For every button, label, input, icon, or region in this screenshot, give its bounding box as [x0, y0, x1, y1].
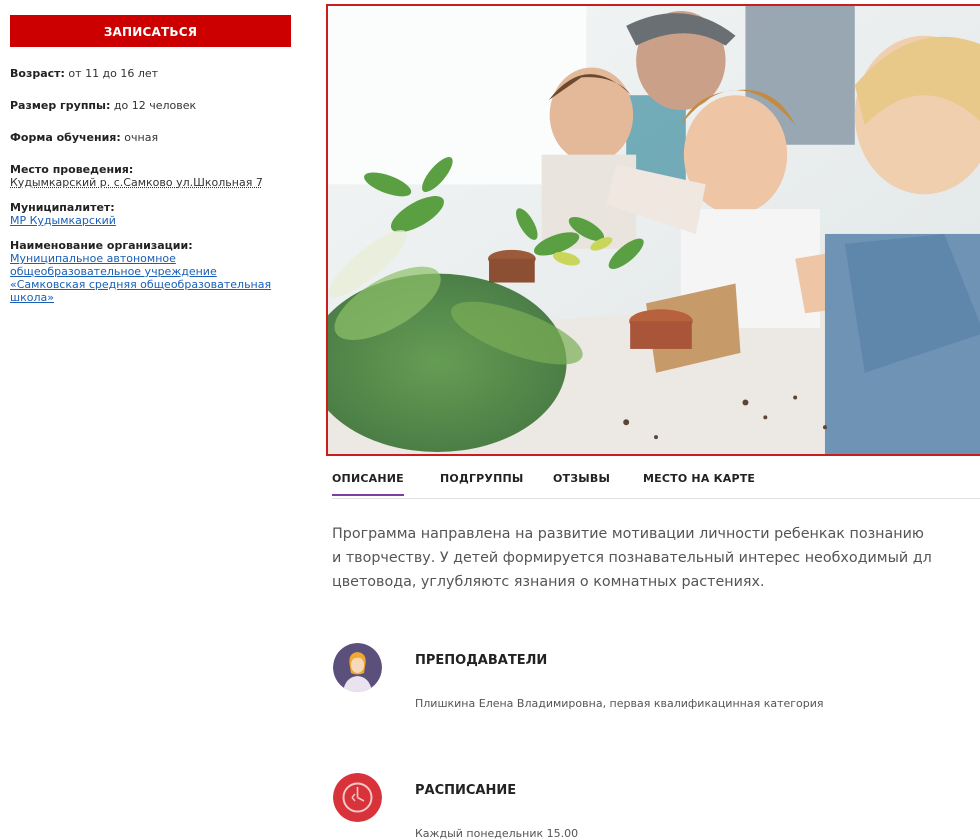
teachers-title: ПРЕПОДАВАТЕЛИ — [415, 653, 548, 668]
study-form-label: Форма обучения: — [10, 131, 121, 144]
description-line: Программа направлена на развитие мотивац… — [332, 526, 924, 542]
organization-link-line-2[interactable]: общеобразовательное учреждение — [10, 265, 292, 278]
schedule-text: Каждый понедельник 15.00 — [415, 827, 579, 840]
clock-icon — [333, 773, 382, 822]
age-label: Возраст: — [10, 67, 65, 80]
organization-link-line-1[interactable]: Муниципальное автономное — [10, 252, 292, 265]
municipality-label: Муниципалитет: — [10, 201, 115, 214]
organization-row: Наименование организации: Муниципальное … — [10, 239, 292, 304]
study-form-value: очная — [120, 131, 159, 144]
course-photo — [326, 4, 980, 456]
tab-description[interactable]: ОПИСАНИЕ — [332, 472, 404, 496]
schedule-title: РАСПИСАНИЕ — [415, 783, 517, 798]
course-description: Программа направлена на развитие мотивац… — [332, 522, 980, 594]
municipality-link[interactable]: МР Кудымкарский — [10, 214, 292, 227]
tab-subgroups[interactable]: ПОДГРУППЫ — [440, 472, 524, 485]
location-value: Кудымкарский р. с.Самково ул.Школьная 7 — [10, 176, 263, 189]
age-row: Возраст: от 11 до 16 лет — [10, 67, 292, 80]
course-tabs: ОПИСАНИЕ ПОДГРУППЫ ОТЗЫВЫ МЕСТО НА КАРТЕ — [332, 472, 980, 499]
children-planting-image — [328, 6, 980, 454]
tab-reviews[interactable]: ОТЗЫВЫ — [553, 472, 610, 485]
organization-label: Наименование организации: — [10, 239, 193, 252]
age-value: от 11 до 16 лет — [64, 67, 159, 80]
municipality-row: Муниципалитет: МР Кудымкарский — [10, 201, 292, 227]
location-label: Место проведения: — [10, 163, 134, 176]
description-line: и творчеству. У детей формируется познав… — [332, 550, 932, 566]
group-size-value: до 12 человек — [110, 99, 197, 112]
study-form-row: Форма обучения: очная — [10, 131, 292, 144]
location-row: Место проведения: Кудымкарский р. с.Самк… — [10, 163, 292, 189]
group-size-label: Размер группы: — [10, 99, 111, 112]
organization-link-line-4[interactable]: школа» — [10, 291, 292, 304]
teachers-text: Плишкина Елена Владимировна, первая квал… — [415, 697, 824, 710]
organization-link-line-3[interactable]: «Самковская средняя общеобразовательная — [10, 278, 292, 291]
course-info: Возраст: от 11 до 16 лет Размер группы: … — [10, 67, 292, 304]
tab-map-location[interactable]: МЕСТО НА КАРТЕ — [643, 472, 755, 485]
enroll-button[interactable]: ЗАПИСАТЬСЯ — [10, 15, 291, 47]
group-size-row: Размер группы: до 12 человек — [10, 99, 292, 112]
teacher-avatar-icon — [333, 643, 382, 692]
description-line: цветовода, углубляютс язнания о комнатны… — [332, 574, 765, 590]
course-sidebar: ЗАПИСАТЬСЯ Возраст: от 11 до 16 лет Разм… — [10, 15, 292, 323]
